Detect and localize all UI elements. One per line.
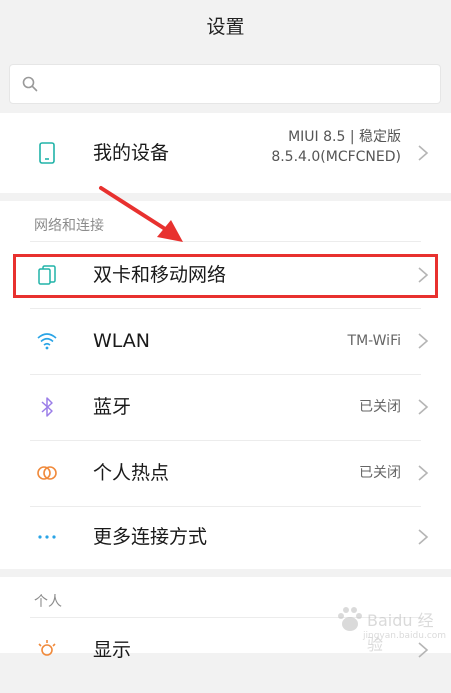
- paw-logo-icon: [338, 607, 362, 631]
- chevron-right-icon: [418, 529, 429, 545]
- wifi-icon: [37, 333, 57, 350]
- device-version-line2: 8.5.4.0(MCFCNED): [271, 149, 401, 165]
- wlan-row[interactable]: WLAN TM-WiFi: [0, 308, 451, 374]
- watermark-url: jingyan.baidu.com: [363, 631, 447, 641]
- page-title: 设置: [0, 0, 451, 55]
- search-box[interactable]: [9, 64, 441, 104]
- chevron-right-icon: [418, 465, 429, 481]
- section-title-network: 网络和连接: [34, 218, 104, 234]
- device-card: 我的设备 MIUI 8.5 | 稳定版 8.5.4.0(MCFCNED): [0, 113, 451, 193]
- bluetooth-icon: [41, 397, 53, 417]
- arrow-annotation-icon: [99, 186, 183, 242]
- more-dots-icon: [38, 535, 56, 539]
- hotspot-icon: [37, 466, 57, 480]
- phone-icon: [39, 142, 55, 164]
- chevron-right-icon: [418, 399, 429, 415]
- section-title-personal: 个人: [34, 594, 62, 610]
- chevron-right-icon: [418, 333, 429, 349]
- more-connections-row[interactable]: 更多连接方式: [0, 504, 451, 570]
- more-connections-label: 更多连接方式: [93, 526, 208, 548]
- hotspot-row[interactable]: 个人热点 已关闭: [0, 440, 451, 506]
- search-input[interactable]: [48, 71, 432, 99]
- device-version-line1: MIUI 8.5 | 稳定版: [288, 129, 401, 145]
- brightness-icon: [38, 640, 56, 656]
- bluetooth-row[interactable]: 蓝牙 已关闭: [0, 374, 451, 440]
- dual-sim-row[interactable]: 双卡和移动网络: [0, 242, 451, 308]
- wlan-value: TM-WiFi: [347, 333, 401, 349]
- chevron-right-icon: [418, 145, 429, 161]
- baidu-watermark: Baidu 经验 jingyan.baidu.com: [333, 603, 447, 654]
- sim-card-icon: [38, 265, 56, 285]
- chevron-right-icon: [418, 267, 429, 283]
- device-version: MIUI 8.5 | 稳定版 8.5.4.0(MCFCNED): [271, 127, 401, 167]
- hotspot-value: 已关闭: [359, 465, 401, 481]
- my-device-row[interactable]: 我的设备 MIUI 8.5 | 稳定版 8.5.4.0(MCFCNED): [0, 113, 451, 193]
- search-icon: [22, 76, 38, 92]
- display-label: 显示: [93, 639, 132, 661]
- wlan-label: WLAN: [93, 330, 151, 352]
- hotspot-label: 个人热点: [93, 462, 170, 484]
- network-card: 网络和连接 双卡和移动网络 WLAN TM-WiFi 蓝牙 已关闭 个人热点 已…: [0, 201, 451, 569]
- search-bar: [0, 55, 451, 113]
- bluetooth-label: 蓝牙: [93, 396, 132, 418]
- bluetooth-value: 已关闭: [359, 399, 401, 415]
- my-device-label: 我的设备: [93, 142, 170, 164]
- dual-sim-label: 双卡和移动网络: [93, 264, 227, 286]
